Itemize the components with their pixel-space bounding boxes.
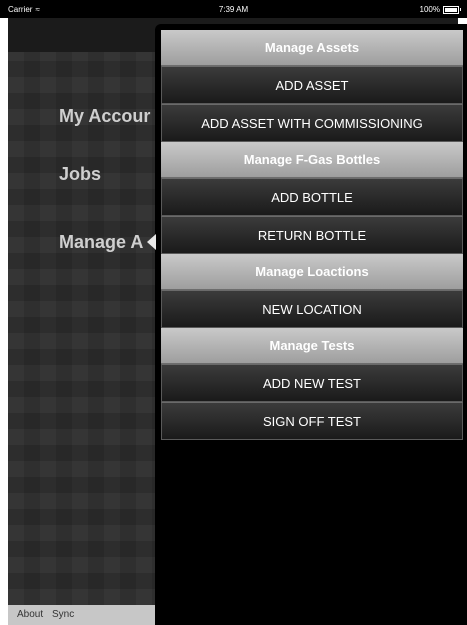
- section-header-manage-fgas-bottles: Manage F-Gas Bottles: [161, 142, 463, 178]
- add-asset-button[interactable]: ADD ASSET: [161, 66, 463, 104]
- manage-popover: Manage Assets ADD ASSET ADD ASSET WITH C…: [155, 24, 467, 625]
- section-header-manage-assets: Manage Assets: [161, 30, 463, 66]
- popover-menu: Manage Assets ADD ASSET ADD ASSET WITH C…: [161, 30, 463, 440]
- battery-icon: [443, 5, 461, 14]
- return-bottle-button[interactable]: RETURN BOTTLE: [161, 216, 463, 254]
- add-asset-with-commissioning-button[interactable]: ADD ASSET WITH COMMISSIONING: [161, 104, 463, 142]
- add-new-test-button[interactable]: ADD NEW TEST: [161, 364, 463, 402]
- sidebar-item-jobs[interactable]: Jobs: [59, 164, 101, 185]
- sidebar-item-manage[interactable]: Manage A: [59, 232, 143, 253]
- bottom-toolbar: About Sync: [8, 605, 158, 625]
- battery-indicator: 100%: [419, 5, 461, 14]
- sign-off-test-button[interactable]: SIGN OFF TEST: [161, 402, 463, 440]
- add-bottle-button[interactable]: ADD BOTTLE: [161, 178, 463, 216]
- sync-button[interactable]: Sync: [52, 609, 74, 620]
- section-header-manage-tests: Manage Tests: [161, 328, 463, 364]
- status-bar: Carrier ≈ 7:39 AM 100%: [0, 0, 467, 18]
- battery-label: 100%: [419, 5, 440, 14]
- section-header-manage-locations: Manage Loactions: [161, 254, 463, 290]
- new-location-button[interactable]: NEW LOCATION: [161, 290, 463, 328]
- clock: 7:39 AM: [218, 5, 249, 14]
- popover-arrow-icon: [147, 234, 156, 250]
- sidebar-item-my-account[interactable]: My Accour: [59, 106, 150, 127]
- about-button[interactable]: About: [17, 609, 43, 620]
